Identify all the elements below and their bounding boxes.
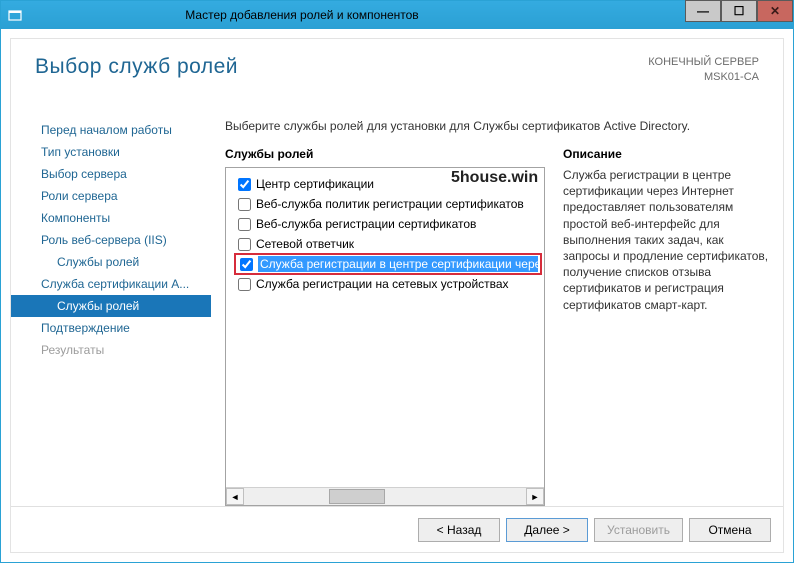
roles-list: Центр сертификации Веб-служба политик рег… bbox=[226, 168, 544, 487]
role-checkbox-1[interactable] bbox=[238, 198, 251, 211]
nav-item-7[interactable]: Служба сертификации A... bbox=[11, 273, 211, 295]
scroll-thumb[interactable] bbox=[329, 489, 385, 504]
role-label-1: Веб-служба политик регистрации сертифика… bbox=[256, 197, 524, 211]
role-label-4: Служба регистрации в центре сертификации… bbox=[258, 256, 538, 272]
body-area: Перед началом работыТип установкиВыбор с… bbox=[11, 109, 783, 506]
role-checkbox-5[interactable] bbox=[238, 278, 251, 291]
cancel-button[interactable]: Отмена bbox=[689, 518, 771, 542]
scroll-track[interactable] bbox=[244, 488, 526, 505]
install-button[interactable]: Установить bbox=[594, 518, 683, 542]
roles-column: Службы ролей Центр сертификации Веб-служб… bbox=[225, 147, 545, 506]
role-row-3[interactable]: Сетевой ответчик bbox=[238, 234, 540, 254]
footer-buttons: < Назад Далее > Установить Отмена bbox=[11, 506, 783, 552]
role-row-2[interactable]: Веб-служба регистрации сертификатов bbox=[238, 214, 540, 234]
role-checkbox-4[interactable] bbox=[240, 258, 253, 271]
maximize-button[interactable]: ☐ bbox=[721, 0, 757, 22]
scroll-right-icon[interactable]: ► bbox=[526, 488, 544, 505]
nav-item-4[interactable]: Компоненты bbox=[11, 207, 211, 229]
role-row-4[interactable]: Служба регистрации в центре сертификации… bbox=[234, 253, 542, 275]
roles-header: Службы ролей bbox=[225, 147, 545, 161]
role-label-0: Центр сертификации bbox=[256, 177, 374, 191]
role-row-0[interactable]: Центр сертификации bbox=[238, 174, 540, 194]
server-name: MSK01-CA bbox=[648, 70, 759, 85]
nav-item-10: Результаты bbox=[11, 339, 211, 361]
role-label-5: Служба регистрации на сетевых устройства… bbox=[256, 277, 509, 291]
nav-item-0[interactable]: Перед началом работы bbox=[11, 119, 211, 141]
nav-item-9[interactable]: Подтверждение bbox=[11, 317, 211, 339]
minimize-button[interactable]: — bbox=[685, 0, 721, 22]
role-checkbox-2[interactable] bbox=[238, 218, 251, 231]
header-area: Выбор служб ролей КОНЕЧНЫЙ СЕРВЕР MSK01-… bbox=[11, 39, 783, 109]
window-controls: — ☐ ✕ bbox=[685, 1, 793, 29]
wizard-window: Мастер добавления ролей и компонентов — … bbox=[0, 0, 794, 563]
destination-server: КОНЕЧНЫЙ СЕРВЕР MSK01-CA bbox=[648, 55, 759, 85]
content-wrap: Выбор служб ролей КОНЕЧНЫЙ СЕРВЕР MSK01-… bbox=[1, 29, 793, 562]
nav-item-1[interactable]: Тип установки bbox=[11, 141, 211, 163]
back-button[interactable]: < Назад bbox=[418, 518, 500, 542]
role-checkbox-3[interactable] bbox=[238, 238, 251, 251]
nav-item-3[interactable]: Роли сервера bbox=[11, 185, 211, 207]
description-column: Описание Служба регистрации в центре сер… bbox=[545, 147, 773, 506]
description-text: Служба регистрации в центре сертификации… bbox=[563, 167, 773, 313]
columns: Службы ролей Центр сертификации Веб-служб… bbox=[225, 147, 773, 506]
close-button[interactable]: ✕ bbox=[757, 0, 793, 22]
instruction-text: Выберите службы ролей для установки для … bbox=[225, 119, 773, 133]
page-title: Выбор служб ролей bbox=[35, 55, 238, 79]
next-button[interactable]: Далее > bbox=[506, 518, 588, 542]
server-label: КОНЕЧНЫЙ СЕРВЕР bbox=[648, 55, 759, 70]
nav-item-6[interactable]: Службы ролей bbox=[11, 251, 211, 273]
app-icon bbox=[7, 7, 23, 23]
role-row-5[interactable]: Служба регистрации на сетевых устройства… bbox=[238, 274, 540, 294]
scroll-left-icon[interactable]: ◄ bbox=[226, 488, 244, 505]
sidebar-nav: Перед началом работыТип установкиВыбор с… bbox=[11, 109, 211, 506]
role-label-3: Сетевой ответчик bbox=[256, 237, 354, 251]
role-checkbox-0[interactable] bbox=[238, 178, 251, 191]
nav-item-8[interactable]: Службы ролей bbox=[11, 295, 211, 317]
titlebar: Мастер добавления ролей и компонентов — … bbox=[1, 1, 793, 29]
role-row-1[interactable]: Веб-служба политик регистрации сертифика… bbox=[238, 194, 540, 214]
description-header: Описание bbox=[563, 147, 773, 161]
horizontal-scrollbar[interactable]: ◄ ► bbox=[226, 487, 544, 505]
nav-item-2[interactable]: Выбор сервера bbox=[11, 163, 211, 185]
main-panel: Выберите службы ролей для установки для … bbox=[211, 109, 783, 506]
window-title: Мастер добавления ролей и компонентов bbox=[29, 8, 685, 22]
role-label-2: Веб-служба регистрации сертификатов bbox=[256, 217, 476, 231]
roles-listbox: Центр сертификации Веб-служба политик рег… bbox=[225, 167, 545, 506]
inner-panel: Выбор служб ролей КОНЕЧНЫЙ СЕРВЕР MSK01-… bbox=[10, 38, 784, 553]
nav-item-5[interactable]: Роль веб-сервера (IIS) bbox=[11, 229, 211, 251]
